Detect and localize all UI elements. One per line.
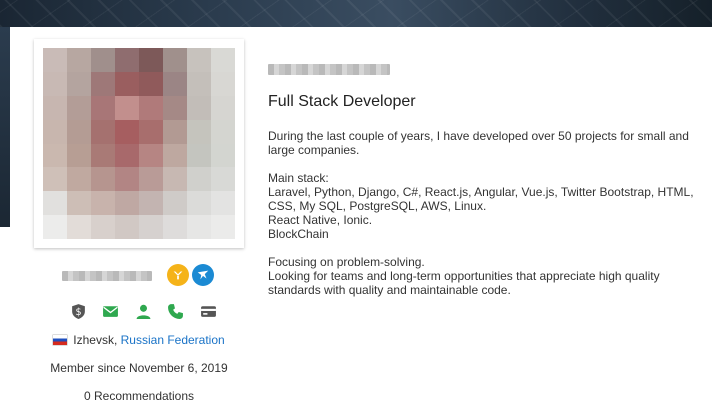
photo-pixel <box>67 143 91 168</box>
card-icon[interactable] <box>198 301 218 321</box>
photo-pixel <box>187 48 211 72</box>
profile-description: During the last couple of years, I have … <box>268 129 698 297</box>
photo-pixel <box>211 48 235 72</box>
photo-pixel <box>43 167 67 192</box>
photo-pixel <box>67 215 91 239</box>
profile-banner <box>0 0 712 27</box>
bio-line: React Native, Ionic. <box>268 213 373 227</box>
photo-pixel <box>187 143 211 168</box>
freelancer-badge-icon[interactable] <box>192 264 214 286</box>
photo-pixel <box>43 215 67 239</box>
photo-pixel <box>163 48 187 72</box>
photo-pixel <box>187 95 211 120</box>
user-icon[interactable] <box>133 301 153 321</box>
redacted-full-name <box>268 64 390 75</box>
recommendations-count[interactable]: 0 Recommendations <box>10 389 268 403</box>
photo-pixel <box>115 191 139 216</box>
shield-dollar-icon[interactable]: $ <box>68 301 88 321</box>
russia-flag-icon <box>53 335 68 345</box>
photo-pixel <box>115 95 139 120</box>
photo-pixel <box>139 191 163 216</box>
photo-pixel <box>211 191 235 216</box>
photo-pixel <box>67 71 91 96</box>
location-city: Izhevsk, <box>73 333 121 347</box>
photo-pixel <box>67 167 91 192</box>
photo-pixel <box>91 48 115 72</box>
bio-line: Focusing on problem-solving. <box>268 255 425 269</box>
email-icon[interactable] <box>101 301 121 321</box>
location: Izhevsk, Russian Federation <box>10 333 268 347</box>
photo-pixel <box>115 48 139 72</box>
profile-card: $ Izhevsk, Russian Federation Member sin… <box>10 27 712 403</box>
photo-pixel <box>163 191 187 216</box>
photo-pixel <box>163 167 187 192</box>
bio-line: During the last couple of years, I have … <box>268 129 689 157</box>
photo-pixel <box>139 215 163 239</box>
banner-edge <box>0 27 10 227</box>
photo-pixel <box>43 191 67 216</box>
photo-pixel <box>187 215 211 239</box>
photo-pixel <box>43 48 67 72</box>
photo-pixel <box>139 119 163 144</box>
photo-pixel <box>211 71 235 96</box>
profile-photo-frame <box>34 39 244 248</box>
photo-pixel <box>91 71 115 96</box>
photo-pixel <box>91 191 115 216</box>
bio-line: BlockChain <box>268 227 329 241</box>
photo-pixel <box>187 119 211 144</box>
top-rated-badge-icon[interactable] <box>167 264 189 286</box>
photo-pixel <box>211 167 235 192</box>
photo-pixel <box>43 143 67 168</box>
photo-pixel <box>211 119 235 144</box>
photo-pixel <box>67 119 91 144</box>
phone-icon[interactable] <box>166 301 186 321</box>
photo-pixel <box>115 215 139 239</box>
bio-line: Laravel, Python, Django, C#, React.js, A… <box>268 185 694 213</box>
bio-line: Main stack: <box>268 171 329 185</box>
photo-pixel <box>43 71 67 96</box>
photo-pixel <box>139 95 163 120</box>
photo-pixel <box>67 48 91 72</box>
photo-pixel <box>139 167 163 192</box>
photo-pixel <box>163 143 187 168</box>
redacted-username <box>62 271 152 281</box>
photo-pixel <box>91 215 115 239</box>
bio-line: Looking for teams and long-term opportun… <box>268 269 660 297</box>
photo-pixel <box>67 95 91 120</box>
photo-pixel <box>139 48 163 72</box>
user-name-row <box>62 264 222 286</box>
photo-pixel <box>139 143 163 168</box>
photo-pixel <box>91 95 115 120</box>
photo-pixel <box>163 95 187 120</box>
bio-spacer <box>268 157 698 171</box>
photo-pixel <box>115 119 139 144</box>
photo-pixel <box>187 167 211 192</box>
photo-pixel <box>211 143 235 168</box>
photo-pixel <box>115 143 139 168</box>
photo-pixel <box>91 119 115 144</box>
photo-pixel <box>43 119 67 144</box>
svg-text:$: $ <box>75 307 81 318</box>
verifications-row: $ <box>68 301 218 321</box>
photo-pixel <box>211 95 235 120</box>
photo-pixel <box>67 191 91 216</box>
bio-spacer <box>268 241 698 255</box>
photo-pixel <box>43 95 67 120</box>
photo-pixel <box>163 71 187 96</box>
photo-pixel <box>163 215 187 239</box>
photo-pixel <box>115 167 139 192</box>
profile-title: Full Stack Developer <box>268 93 416 110</box>
photo-pixel <box>187 71 211 96</box>
photo-pixel <box>187 191 211 216</box>
photo-pixel <box>91 143 115 168</box>
photo-pixel <box>211 215 235 239</box>
photo-pixel <box>163 119 187 144</box>
location-country-link[interactable]: Russian Federation <box>121 333 225 347</box>
photo-pixel <box>91 167 115 192</box>
photo-pixel <box>115 71 139 96</box>
profile-photo[interactable] <box>43 48 235 239</box>
photo-pixel <box>139 71 163 96</box>
member-since: Member since November 6, 2019 <box>50 361 228 375</box>
